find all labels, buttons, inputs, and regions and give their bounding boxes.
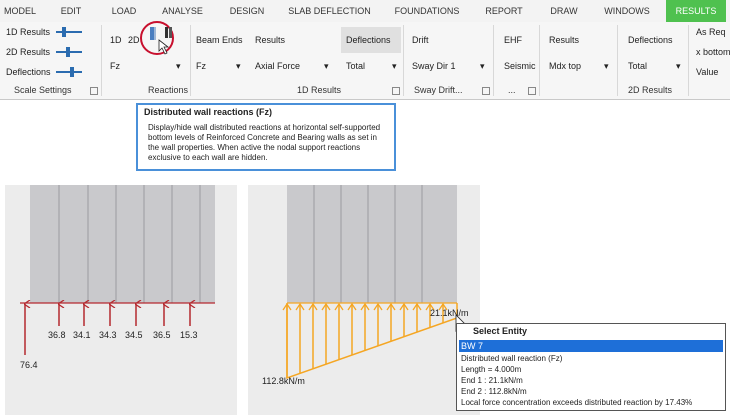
- value-button[interactable]: Value: [696, 67, 718, 77]
- scale-2d-results-label: 2D Results: [6, 47, 51, 57]
- beam-ends-button[interactable]: Beam Ends: [196, 35, 243, 45]
- distributed-wall-reaction-icon[interactable]: [137, 18, 177, 58]
- selected-entity-item[interactable]: BW 7: [459, 340, 723, 352]
- drift-button[interactable]: Drift: [412, 35, 429, 45]
- tab-slab-deflection[interactable]: SLAB DEFLECTION: [282, 0, 377, 22]
- 2d-total-arrow[interactable]: ▾: [676, 61, 681, 72]
- reaction-value-label: 15.3: [180, 330, 198, 340]
- group-separator: [539, 25, 540, 96]
- tab-edit[interactable]: EDIT: [52, 0, 90, 22]
- reactions-dropdown-arrow[interactable]: ▾: [176, 61, 181, 72]
- group-separator: [617, 25, 618, 96]
- menu-bar: MODEL EDIT LOAD ANALYSE DESIGN SLAB DEFL…: [0, 0, 730, 23]
- ehf-launcher[interactable]: [528, 87, 536, 95]
- deflections-total-value: Total: [346, 61, 366, 71]
- axial-force-dropdown[interactable]: Axial Force: [255, 61, 300, 71]
- group-separator: [101, 25, 102, 96]
- scale-2d-results-slider[interactable]: [56, 45, 82, 59]
- beam-component-dropdown[interactable]: Fz: [196, 61, 206, 71]
- 1d-results-launcher[interactable]: [392, 87, 400, 95]
- tab-foundations[interactable]: FOUNDATIONS: [388, 0, 466, 22]
- select-entity-title: Select Entity: [473, 326, 528, 336]
- deflections-button[interactable]: Deflections: [346, 35, 391, 45]
- 2d-results-button[interactable]: Results: [549, 35, 579, 45]
- tab-windows[interactable]: WINDOWS: [597, 0, 657, 22]
- end1-label: 21.1kN/m: [430, 308, 469, 318]
- reactions-component-value: Fz: [110, 61, 120, 71]
- 2d-total-value: Total: [628, 61, 648, 71]
- select-entity-popup[interactable]: Select Entity BW 7 Distributed wall reac…: [456, 323, 726, 411]
- reaction-value-label: 34.1: [73, 330, 91, 340]
- reaction-value-label: 76.4: [20, 360, 38, 370]
- deflections-total-arrow[interactable]: ▾: [392, 61, 397, 72]
- sway-drift-launcher[interactable]: [482, 87, 490, 95]
- sway-dir-value: Sway Dir 1: [412, 61, 456, 71]
- group-separator: [403, 25, 404, 96]
- scale-1d-results-label: 1D Results: [6, 27, 51, 37]
- scale-1d-results-slider[interactable]: [56, 25, 82, 39]
- tooltip-body: Display/hide wall distributed reactions …: [148, 123, 381, 162]
- deflections-total-dropdown[interactable]: Total: [346, 61, 365, 71]
- tab-design[interactable]: DESIGN: [222, 0, 272, 22]
- 2d-deflections-button[interactable]: Deflections: [628, 35, 673, 45]
- 2d-results-group-title: 2D Results: [628, 85, 673, 95]
- ribbon-tooltip: Distributed wall reactions (Fz) Display/…: [136, 103, 396, 171]
- sway-dir-dropdown[interactable]: Sway Dir 1: [412, 61, 456, 71]
- scale-deflections-slider[interactable]: [56, 65, 82, 79]
- reactions-group-title: Reactions: [148, 85, 189, 95]
- entity-info-line: Distributed wall reaction (Fz): [461, 354, 563, 363]
- right-wall[interactable]: [287, 185, 457, 303]
- mdx-top-dropdown[interactable]: Mdx top: [549, 61, 581, 71]
- axial-force-value: Axial Force: [255, 61, 301, 71]
- entity-info-line: Local force concentration exceeds distri…: [461, 398, 693, 407]
- as-req-button[interactable]: As Req: [696, 27, 726, 37]
- 1d-results-button[interactable]: Results: [255, 35, 285, 45]
- left-wall[interactable]: [30, 185, 215, 303]
- tooltip-title: Distributed wall reactions (Fz): [144, 107, 273, 117]
- tab-results[interactable]: RESULTS: [666, 0, 726, 22]
- axial-force-arrow[interactable]: ▾: [324, 61, 329, 72]
- group-separator: [493, 25, 494, 96]
- scale-settings-launcher[interactable]: [90, 87, 98, 95]
- group-separator: [190, 25, 191, 96]
- reaction-value-label: 36.8: [48, 330, 66, 340]
- ribbon: 1D Results 2D Results Deflections Scale …: [0, 21, 730, 100]
- beam-component-value: Fz: [196, 61, 206, 71]
- beam-component-arrow[interactable]: ▾: [236, 61, 241, 72]
- mdx-top-arrow[interactable]: ▾: [604, 61, 609, 72]
- group-separator: [688, 25, 689, 96]
- ehf-button[interactable]: EHF: [504, 35, 522, 45]
- x-bottom-button[interactable]: x bottom: [696, 47, 730, 57]
- entity-info-line: End 2 : 112.8kN/m: [461, 387, 527, 396]
- sway-dir-arrow[interactable]: ▾: [480, 61, 485, 72]
- reaction-value-label: 36.5: [153, 330, 171, 340]
- seismic-button[interactable]: Seismic: [504, 61, 536, 71]
- end2-label: 112.8kN/m: [262, 376, 305, 386]
- entity-info-line: End 1 : 21.1kN/m: [461, 376, 523, 385]
- entity-info-line: Length = 4.000m: [461, 365, 522, 374]
- reaction-value-label: 34.3: [99, 330, 117, 340]
- mdx-top-value: Mdx top: [549, 61, 582, 71]
- 2d-total-dropdown[interactable]: Total: [628, 61, 647, 71]
- scale-deflections-label: Deflections: [6, 67, 51, 77]
- tab-draw[interactable]: DRAW: [543, 0, 585, 22]
- scale-settings-group-title: Scale Settings: [14, 85, 72, 95]
- reactions-component-dropdown[interactable]: Fz: [110, 61, 120, 71]
- tab-model[interactable]: MODEL: [0, 0, 40, 22]
- sway-drift-group-title: Sway Drift...: [414, 85, 463, 95]
- reaction-value-label: 34.5: [125, 330, 143, 340]
- tab-report[interactable]: REPORT: [478, 0, 530, 22]
- 1d-results-group-title: 1D Results: [297, 85, 342, 95]
- reactions-1d-button[interactable]: 1D: [110, 35, 122, 45]
- ehf-group-title: ...: [508, 85, 516, 95]
